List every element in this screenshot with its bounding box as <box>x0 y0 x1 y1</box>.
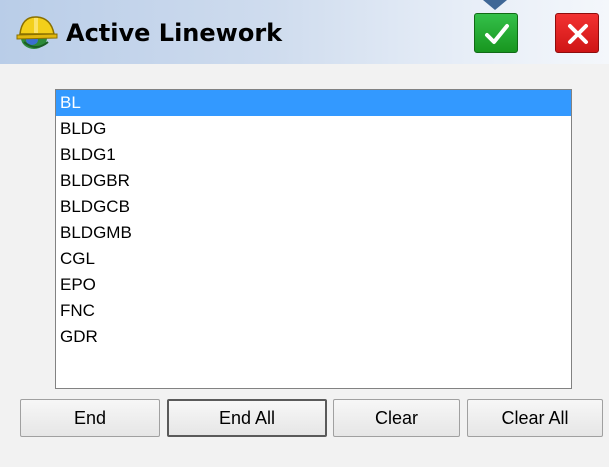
list-item[interactable]: BLDGCB <box>56 194 571 220</box>
linework-list[interactable]: BL BLDG BLDG1 BLDGBR BLDGCB BLDGMB CGL EPO FNC GD… <box>55 89 572 389</box>
clear-button[interactable]: Clear <box>333 399 460 437</box>
window-title: Active Linework <box>66 19 283 47</box>
list-item[interactable]: FNC <box>56 298 571 324</box>
list-item[interactable]: CGL <box>56 246 571 272</box>
title-bar: Active Linework <box>0 0 609 64</box>
end-all-button[interactable]: End All <box>167 399 327 437</box>
list-item[interactable]: BLDGBR <box>56 168 571 194</box>
list-item[interactable]: BLDGMB <box>56 220 571 246</box>
pin-indicator-icon <box>483 0 507 10</box>
clear-all-button[interactable]: Clear All <box>467 399 603 437</box>
list-item[interactable]: GDR <box>56 324 571 350</box>
close-icon <box>568 24 588 44</box>
checkmark-icon <box>485 24 509 44</box>
accept-button[interactable] <box>474 13 518 53</box>
list-item[interactable]: BLDG <box>56 116 571 142</box>
list-item[interactable]: BL <box>56 90 571 116</box>
end-button[interactable]: End <box>20 399 160 437</box>
hard-hat-icon <box>14 12 60 54</box>
list-item[interactable]: EPO <box>56 272 571 298</box>
cancel-button[interactable] <box>555 13 599 53</box>
list-item[interactable]: BLDG1 <box>56 142 571 168</box>
